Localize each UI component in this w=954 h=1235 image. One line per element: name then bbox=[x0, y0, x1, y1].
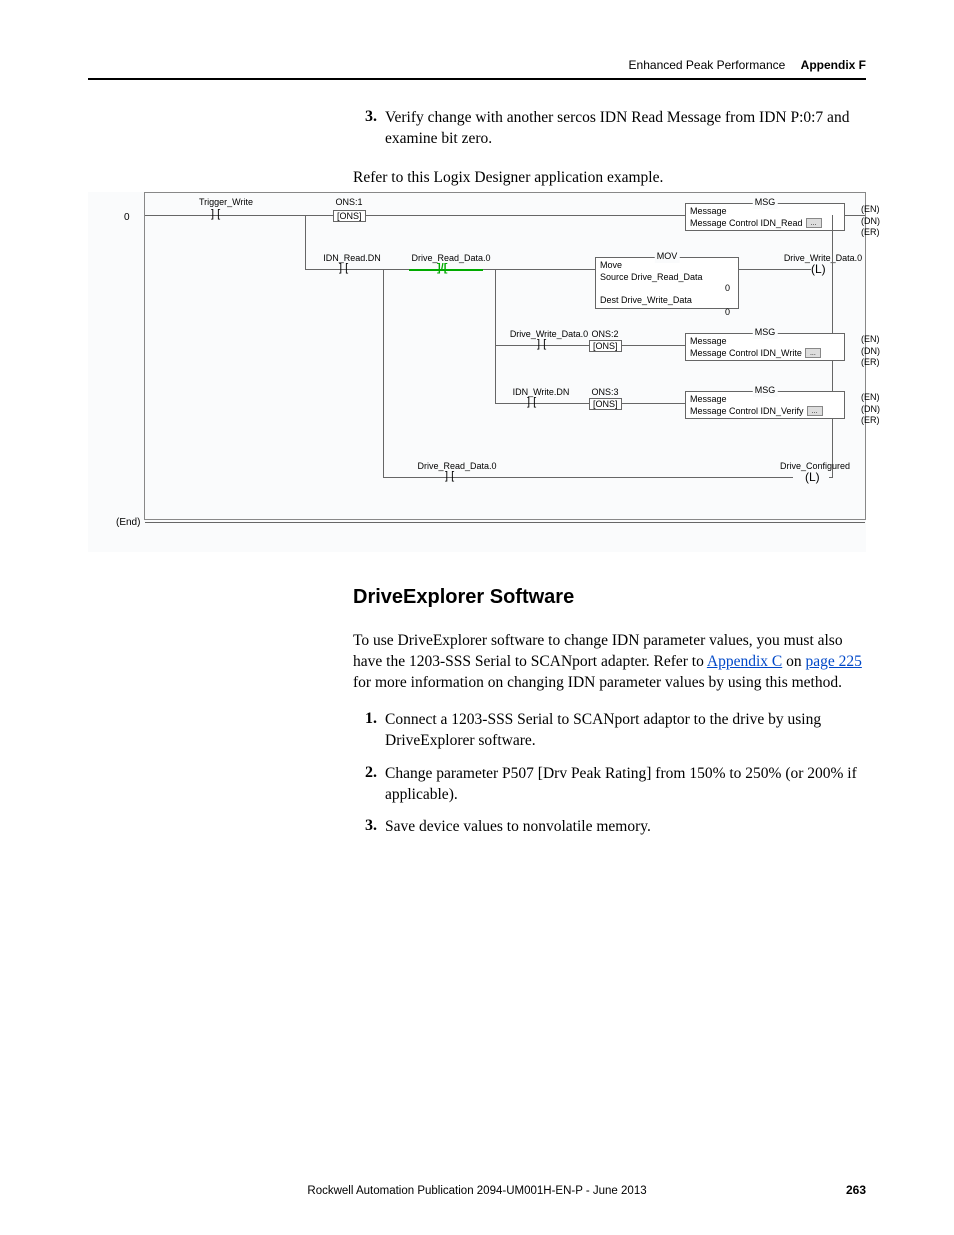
intro-block: 3. Verify change with another sercos IDN… bbox=[353, 108, 866, 189]
step-number: 2. bbox=[353, 764, 377, 806]
refer-text: Refer to this Logix Designer application… bbox=[353, 168, 866, 189]
msg-line: Message Control IDN_Verify... bbox=[690, 406, 840, 418]
msg-idn-read: MSG Message Message Control IDN_Read... … bbox=[685, 203, 845, 231]
wire bbox=[495, 269, 496, 345]
msg-config-button[interactable]: ... bbox=[807, 406, 823, 416]
wire bbox=[739, 269, 811, 270]
rung-label-end: (End) bbox=[116, 517, 140, 528]
msg-flags: (EN) (DN) (ER) bbox=[861, 334, 880, 369]
ordered-list: 1. Connect a 1203-SSS Serial to SCANport… bbox=[353, 710, 866, 839]
footer-publication: Rockwell Automation Publication 2094-UM0… bbox=[88, 1185, 866, 1197]
msg-title: MSG bbox=[753, 197, 778, 209]
tag-ons1: ONS:1 bbox=[329, 197, 369, 207]
ons2-box: [ONS] bbox=[589, 340, 622, 352]
msg-flags: (EN) (DN) (ER) bbox=[861, 392, 880, 427]
contact-xio-green: ]/[ bbox=[437, 262, 447, 274]
msg-title: MSG bbox=[753, 385, 778, 397]
msg-flags: (EN) (DN) (ER) bbox=[861, 204, 880, 239]
ons1-box: [ONS] bbox=[333, 210, 366, 222]
header-section: Enhanced Peak Performance bbox=[629, 58, 786, 72]
mov-box: MOV Move Source Drive_Read_Data 0 Dest D… bbox=[595, 257, 739, 309]
contact-xic: ] [ bbox=[527, 396, 536, 408]
msg-title: MSG bbox=[753, 327, 778, 339]
step-number: 1. bbox=[353, 710, 377, 752]
mov-line: Dest Drive_Write_Data bbox=[600, 295, 734, 307]
step-number: 3. bbox=[353, 108, 377, 150]
wire bbox=[145, 215, 685, 216]
msg-line: Message Control IDN_Read... bbox=[690, 218, 840, 230]
msg-line: Message Control IDN_Write... bbox=[690, 348, 840, 360]
section-para: To use DriveExplorer software to change … bbox=[353, 631, 866, 694]
contact-xic: ] [ bbox=[445, 470, 454, 482]
step-text: Save device values to nonvolatile memory… bbox=[385, 817, 866, 838]
contact-xic: ] [ bbox=[339, 262, 348, 274]
tag-idn-read-dn: IDN_Read.DN bbox=[317, 253, 387, 263]
section-heading: DriveExplorer Software bbox=[353, 586, 866, 609]
msg-config-button[interactable]: ... bbox=[805, 348, 821, 358]
tag-ons2: ONS:2 bbox=[585, 329, 625, 339]
header-appendix: Appendix F bbox=[801, 58, 866, 72]
msg-idn-verify: MSG Message Message Control IDN_Verify..… bbox=[685, 391, 845, 419]
wire bbox=[305, 215, 306, 269]
mov-title: MOV bbox=[655, 251, 680, 263]
wire bbox=[829, 477, 833, 478]
page-number: 263 bbox=[846, 1183, 866, 1197]
contact-xic: ] [ bbox=[537, 338, 546, 350]
list-item: 1. Connect a 1203-SSS Serial to SCANport… bbox=[353, 710, 866, 752]
contact-xio: ] [ bbox=[211, 208, 220, 220]
mov-val: 0 bbox=[600, 283, 734, 295]
driveexplorer-section: DriveExplorer Software To use DriveExplo… bbox=[353, 586, 866, 850]
mov-val: 0 bbox=[600, 307, 734, 319]
tag-idn-write-dn: IDN_Write.DN bbox=[501, 387, 581, 397]
tag-drive-write-data0-b: Drive_Write_Data.0 bbox=[501, 329, 597, 339]
tag-trigger-write: Trigger_Write bbox=[191, 197, 261, 207]
page-header: Enhanced Peak Performance Appendix F bbox=[629, 58, 866, 72]
rung-area: Trigger_Write ] [ ONS:1 [ONS] MSG Messag… bbox=[144, 192, 866, 520]
tag-drive-read-data0: Drive_Read_Data.0 bbox=[403, 253, 499, 263]
header-rule bbox=[88, 78, 866, 80]
rung-label-0: 0 bbox=[124, 212, 130, 223]
step-text: Connect a 1203-SSS Serial to SCANport ad… bbox=[385, 710, 866, 752]
list-item: 2. Change parameter P507 [Drv Peak Ratin… bbox=[353, 764, 866, 806]
step-text: Verify change with another sercos IDN Re… bbox=[385, 108, 866, 150]
link-page-225[interactable]: page 225 bbox=[805, 653, 861, 670]
coil-latch: (L) bbox=[811, 262, 826, 276]
wire bbox=[495, 345, 496, 403]
wire bbox=[383, 269, 384, 477]
msg-idn-write: MSG Message Message Control IDN_Write...… bbox=[685, 333, 845, 361]
coil-latch-2: (L) bbox=[805, 470, 820, 484]
ladder-diagram: 0 (End) Trigger_Write ] [ ONS:1 [ONS] MS… bbox=[88, 192, 866, 552]
step-text: Change parameter P507 [Drv Peak Rating] … bbox=[385, 764, 866, 806]
tag-ons3: ONS:3 bbox=[585, 387, 625, 397]
link-appendix-c[interactable]: Appendix C bbox=[707, 653, 782, 670]
step-number: 3. bbox=[353, 817, 377, 838]
wire bbox=[845, 215, 865, 216]
step-3: 3. Verify change with another sercos IDN… bbox=[353, 108, 866, 150]
wire-end bbox=[145, 522, 865, 523]
wire-green bbox=[409, 269, 483, 271]
msg-config-button[interactable]: ... bbox=[806, 218, 822, 228]
mov-line: Source Drive_Read_Data bbox=[600, 272, 734, 284]
tag-drive-read-data0-b: Drive_Read_Data.0 bbox=[409, 461, 505, 471]
list-item: 3. Save device values to nonvolatile mem… bbox=[353, 817, 866, 838]
ons3-box: [ONS] bbox=[589, 398, 622, 410]
